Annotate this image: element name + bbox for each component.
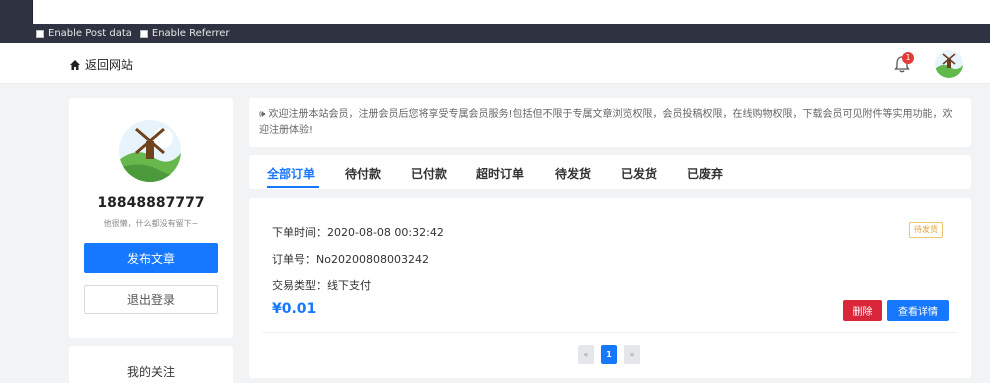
back-to-site-link[interactable]: 返回网站: [69, 56, 133, 73]
site-header: 返回网站 1: [0, 43, 990, 84]
payment-type: 交易类型：线下支付: [272, 279, 371, 292]
profile-card: 18848887777 他很懒，什么都没有留下~ 发布文章 退出登录: [69, 98, 233, 338]
profile-name: 18848887777: [97, 195, 205, 211]
hackbar-url-input[interactable]: [32, 0, 990, 24]
hackbar-url-strip: [0, 0, 990, 24]
pagination: « 1 »: [578, 345, 647, 364]
delete-order-button[interactable]: 删除: [843, 300, 882, 321]
order-number: 订单号：No20200808003242: [272, 253, 429, 266]
enable-referrer-option[interactable]: Enable Referrer: [139, 28, 230, 39]
logout-button[interactable]: 退出登录: [84, 285, 218, 314]
order-card: 下单时间：2020-08-08 00:32:42 待发货 订单号：No20200…: [249, 198, 971, 378]
header-avatar[interactable]: [935, 50, 963, 78]
tab-pending-shipment[interactable]: 待发货: [555, 165, 591, 182]
publish-article-button[interactable]: 发布文章: [84, 243, 218, 273]
post-data-checkbox[interactable]: [36, 29, 44, 38]
active-tab-indicator: [267, 186, 319, 188]
follow-card: 我的关注: [69, 346, 233, 383]
tab-all-orders[interactable]: 全部订单: [267, 165, 315, 182]
profile-bio: 他很懒，什么都没有留下~: [103, 219, 199, 228]
enable-post-data-option[interactable]: Enable Post data: [36, 28, 132, 39]
back-to-site-label: 返回网站: [85, 58, 134, 72]
member-notice: 🕪 欢迎注册本站会员，注册会员后您将享受专属会员服务!包括但不限于专属文章浏览权…: [249, 98, 971, 147]
profile-avatar: [119, 120, 181, 182]
status-badge: 待发货: [909, 222, 943, 238]
order-time: 下单时间：2020-08-08 00:32:42: [272, 226, 444, 239]
prev-page-button[interactable]: «: [578, 345, 594, 364]
tab-shipped[interactable]: 已发货: [621, 165, 657, 182]
tab-abandoned[interactable]: 已废弃: [687, 165, 723, 182]
hackbar-options: Enable Post data Enable Referrer: [0, 24, 990, 43]
view-details-button[interactable]: 查看详情: [887, 300, 949, 321]
order-price: ¥0.01: [272, 301, 317, 317]
order-tabs: 全部订单 待付款 已付款 超时订单 待发货 已发货 已废弃: [249, 155, 971, 189]
tab-timeout[interactable]: 超时订单: [476, 165, 524, 182]
current-page-button[interactable]: 1: [601, 345, 617, 364]
next-page-button[interactable]: »: [624, 345, 640, 364]
order-divider: [262, 332, 958, 333]
notification-badge: 1: [902, 52, 914, 64]
home-icon: [70, 59, 80, 70]
post-data-label: Enable Post data: [48, 28, 132, 39]
referrer-checkbox[interactable]: [139, 29, 148, 38]
tab-paid[interactable]: 已付款: [411, 165, 447, 182]
my-follows-title[interactable]: 我的关注: [69, 363, 233, 380]
referrer-label: Enable Referrer: [151, 28, 230, 39]
tab-pending-payment[interactable]: 待付款: [345, 165, 381, 182]
